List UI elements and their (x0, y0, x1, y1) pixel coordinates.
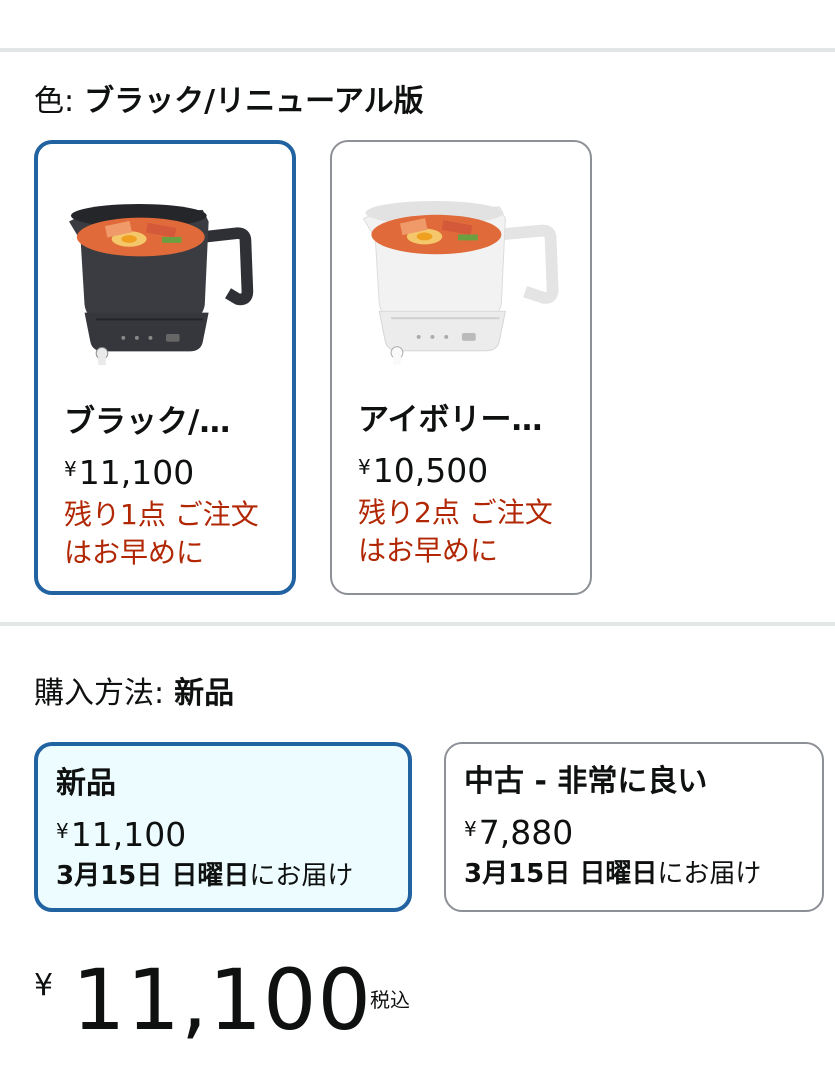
purchase-option-price: ¥7,880 (464, 808, 573, 854)
tax-note: 税込 (370, 988, 410, 1012)
color-label: 色: (34, 84, 75, 119)
color-option-price: ¥11,100 (64, 448, 194, 494)
price-value: 11,100 (78, 453, 195, 492)
purchase-option-title: 中古 - 非常に良い (464, 764, 708, 799)
color-option-price: ¥10,500 (358, 446, 488, 492)
color-option-name: アイボリー… (358, 402, 543, 438)
delivery-date: 3月15日 日曜日 (56, 861, 250, 891)
purchase-option-title: 新品 (56, 766, 116, 801)
purchase-option-price: ¥11,100 (56, 810, 186, 856)
color-selected-value: ブラック/リニューアル版 (84, 84, 424, 119)
currency-symbol: ¥ (34, 968, 54, 1003)
stock-note: 残り2点 ご注文はお早めに (358, 496, 553, 567)
purchase-option-used[interactable]: 中古 - 非常に良い ¥7,880 3月15日 日曜日にお届け (444, 742, 824, 912)
delivery-date: 3月15日 日曜日 (464, 859, 658, 889)
yen-symbol: ¥ (464, 817, 477, 841)
purchase-method-label-row: 購入方法: 新品 (34, 674, 234, 714)
price-value: 11,100 (70, 815, 187, 854)
mid-divider (0, 622, 835, 626)
price-value: 10,500 (372, 451, 489, 490)
color-option-ivory[interactable]: アイボリー… ¥10,500 残り2点 ご注文はお早めに (330, 140, 592, 595)
delivery-suffix: にお届け (249, 861, 354, 891)
purchase-option-new[interactable]: 新品 ¥11,100 3月15日 日曜日にお届け (34, 742, 412, 912)
top-divider (0, 48, 835, 52)
price-amount: 11,100 (72, 951, 372, 1049)
color-option-name: ブラック/… (64, 404, 231, 440)
yen-symbol: ¥ (64, 457, 77, 481)
product-image-ivory (362, 201, 559, 365)
purchase-method-selected-value: 新品 (174, 676, 235, 711)
product-image-black (69, 204, 254, 365)
color-label-row: 色: ブラック/リニューアル版 (34, 82, 424, 122)
stock-note: 残り1点 ご注文はお早めに (64, 498, 259, 569)
price-value: 7,880 (478, 813, 574, 852)
color-option-black[interactable]: ブラック/… ¥11,100 残り1点 ご注文はお早めに (34, 140, 296, 595)
purchase-method-label: 購入方法: (34, 676, 165, 711)
delivery-info: 3月15日 日曜日にお届け (56, 858, 353, 894)
delivery-suffix: にお届け (657, 859, 762, 889)
yen-symbol: ¥ (56, 819, 69, 843)
yen-symbol: ¥ (358, 455, 371, 479)
delivery-info: 3月15日 日曜日にお届け (464, 856, 761, 892)
